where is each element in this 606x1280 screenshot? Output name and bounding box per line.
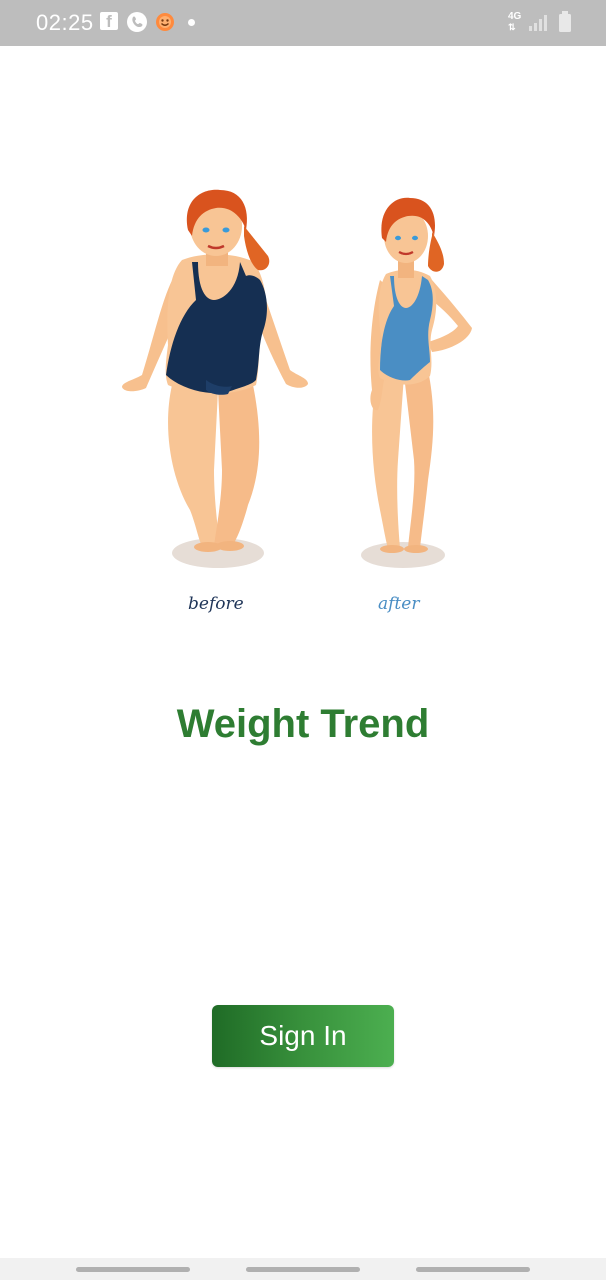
smile-icon: [154, 11, 176, 38]
network-type-label: 4G: [508, 11, 522, 22]
facebook-icon: f: [100, 12, 118, 31]
before-caption: before: [188, 594, 244, 614]
network-type-icon: 4G ⇅: [508, 11, 522, 33]
status-time: 02:25: [36, 10, 94, 35]
nav-home-handle[interactable]: [246, 1267, 360, 1272]
phone-icon: [126, 11, 148, 38]
status-bar: 02:25 f 4G ⇅: [0, 0, 606, 46]
nav-back-handle[interactable]: [416, 1267, 530, 1272]
after-caption: after: [378, 594, 420, 614]
battery-icon: [558, 11, 572, 38]
sign-in-button[interactable]: Sign In: [212, 1005, 394, 1067]
notification-dot-icon: [188, 19, 195, 26]
before-after-illustration: [110, 180, 490, 630]
app-title: Weight Trend: [176, 702, 430, 746]
navigation-bar: [0, 1258, 606, 1280]
nav-recents-handle[interactable]: [76, 1267, 190, 1272]
signal-icon: [528, 14, 548, 37]
splash-screen: 02:25 f 4G ⇅ before after Weight Trend S…: [0, 0, 606, 1280]
